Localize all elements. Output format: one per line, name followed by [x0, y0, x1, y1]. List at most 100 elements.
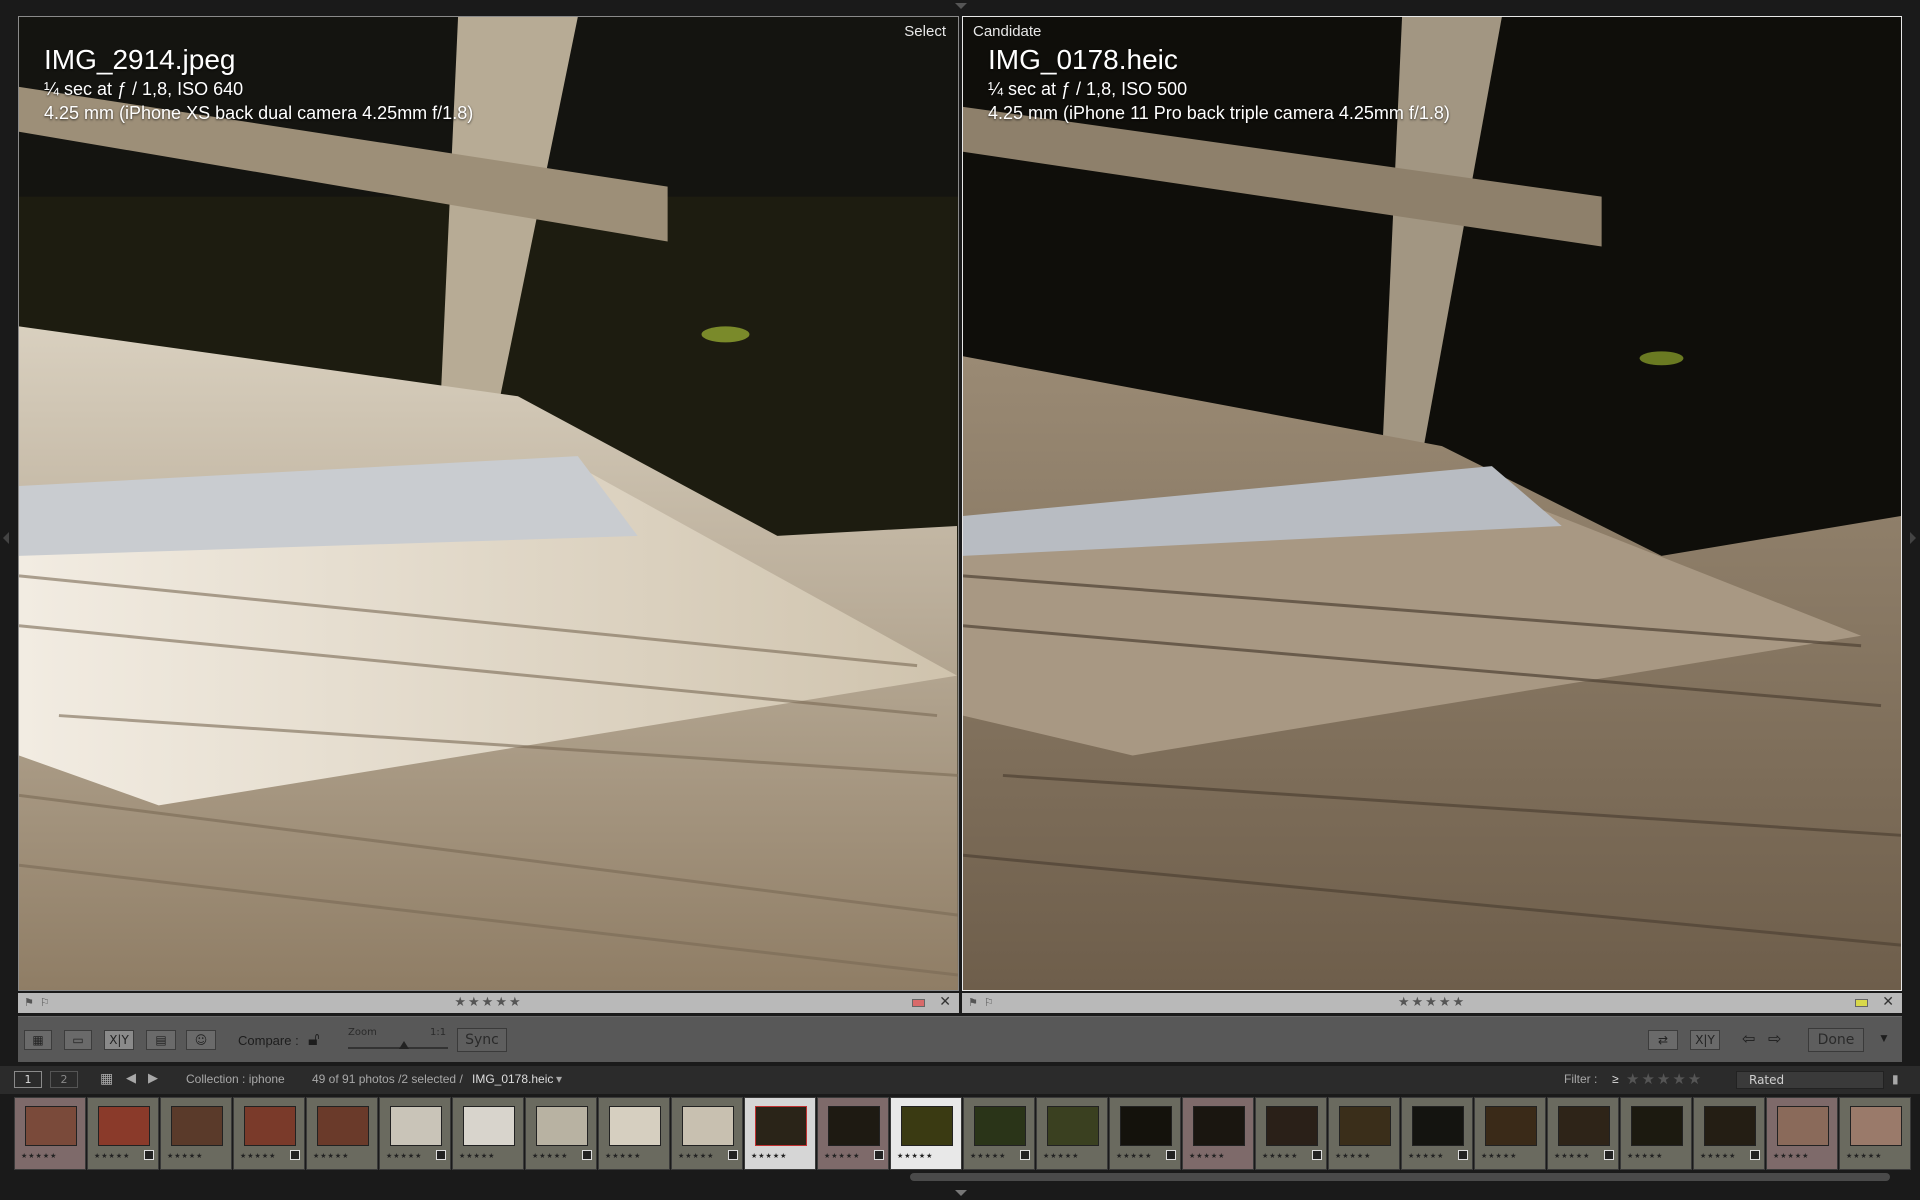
- filmstrip-thumbnail[interactable]: ★★★★★: [87, 1097, 159, 1170]
- candidate-color-label[interactable]: [1855, 999, 1868, 1007]
- filmstrip-thumbnail[interactable]: ★★★★★: [1328, 1097, 1400, 1170]
- filmstrip-thumbnail[interactable]: ★★★★★: [890, 1097, 962, 1170]
- compare-view-icon[interactable]: X|Y: [104, 1030, 134, 1050]
- thumbnail-stars[interactable]: ★★★★★: [1262, 1152, 1298, 1160]
- left-panel-toggle[interactable]: [3, 532, 9, 544]
- forward-arrow-icon[interactable]: ▶: [148, 1070, 158, 1086]
- screen-1-button[interactable]: 1: [14, 1071, 42, 1088]
- thumbnail-stars[interactable]: ★★★★★: [240, 1152, 276, 1160]
- loupe-view-icon[interactable]: ▭: [64, 1030, 92, 1050]
- filmstrip-thumbnail[interactable]: ★★★★★: [452, 1097, 524, 1170]
- thumbnail-stars[interactable]: ★★★★★: [1554, 1152, 1590, 1160]
- thumbnail-stars[interactable]: ★★★★★: [1189, 1152, 1225, 1160]
- candidate-star-rating[interactable]: ★★★★★: [962, 995, 1902, 1010]
- filmstrip-thumbnail[interactable]: ★★★★★: [1620, 1097, 1692, 1170]
- thumbnail-stars[interactable]: ★★★★★: [1773, 1152, 1809, 1160]
- filmstrip-thumbnail[interactable]: ★★★★★: [1036, 1097, 1108, 1170]
- thumbnail-stars[interactable]: ★★★★★: [313, 1152, 349, 1160]
- filmstrip-thumbnail[interactable]: ★★★★★: [1109, 1097, 1181, 1170]
- next-arrow-icon[interactable]: ⇨: [1768, 1029, 1781, 1049]
- thumbnail-stars[interactable]: ★★★★★: [824, 1152, 860, 1160]
- filmstrip-thumbnail[interactable]: ★★★★★: [963, 1097, 1035, 1170]
- filmstrip-thumbnail[interactable]: ★★★★★: [160, 1097, 232, 1170]
- dropdown-icon[interactable]: ▼: [1878, 1031, 1890, 1045]
- filmstrip-thumbnail[interactable]: ★★★★★: [598, 1097, 670, 1170]
- lock-icon[interactable]: 🔓︎: [308, 1029, 320, 1050]
- sync-button[interactable]: Sync: [457, 1028, 507, 1052]
- thumbnail-stars[interactable]: ★★★★★: [1335, 1152, 1371, 1160]
- edit-badge-icon: [728, 1150, 738, 1160]
- zoom-slider-thumb[interactable]: [399, 1041, 409, 1049]
- zoom-slider-track[interactable]: [348, 1047, 448, 1049]
- thumbnail-stars[interactable]: ★★★★★: [1627, 1152, 1663, 1160]
- filter-lock-icon[interactable]: ▮: [1892, 1072, 1899, 1086]
- filmstrip-thumbnail[interactable]: ★★★★★: [525, 1097, 597, 1170]
- select-close-icon[interactable]: ✕: [939, 994, 951, 1010]
- swap-icon[interactable]: ⇄: [1648, 1030, 1678, 1050]
- right-panel-toggle[interactable]: [1910, 532, 1916, 544]
- survey-view-icon[interactable]: ▤: [146, 1030, 176, 1050]
- filter-preset-select[interactable]: Rated: [1736, 1071, 1884, 1089]
- edit-badge-icon: [1458, 1150, 1468, 1160]
- filmstrip-thumbnail[interactable]: ★★★★★: [1693, 1097, 1765, 1170]
- compare-label: Compare :: [238, 1033, 299, 1048]
- thumbnail-stars[interactable]: ★★★★★: [167, 1152, 203, 1160]
- filmstrip-thumbnail[interactable]: ★★★★★: [1766, 1097, 1838, 1170]
- filmstrip-thumbnail[interactable]: ★★★★★: [233, 1097, 305, 1170]
- people-view-icon[interactable]: ☺: [186, 1030, 216, 1050]
- prev-arrow-icon[interactable]: ⇦: [1742, 1029, 1755, 1049]
- thumbnail-stars[interactable]: ★★★★★: [21, 1152, 57, 1160]
- make-select-icon[interactable]: X|Y: [1690, 1030, 1720, 1050]
- thumbnail-stars[interactable]: ★★★★★: [1481, 1152, 1517, 1160]
- filmstrip-thumbnail[interactable]: ★★★★★: [1839, 1097, 1911, 1170]
- done-button[interactable]: Done: [1808, 1028, 1864, 1052]
- filmstrip-thumbnail[interactable]: ★★★★★: [1474, 1097, 1546, 1170]
- top-panel-toggle[interactable]: [955, 3, 967, 9]
- screen-2-button[interactable]: 2: [50, 1071, 78, 1088]
- filmstrip-thumbnail[interactable]: ★★★★★: [1182, 1097, 1254, 1170]
- thumbnail-stars[interactable]: ★★★★★: [1116, 1152, 1152, 1160]
- thumbnail-stars[interactable]: ★★★★★: [970, 1152, 1006, 1160]
- thumbnail-stars[interactable]: ★★★★★: [605, 1152, 641, 1160]
- filmstrip-thumbnail[interactable]: ★★★★★: [817, 1097, 889, 1170]
- filmstrip-thumbnail[interactable]: ★★★★★: [1401, 1097, 1473, 1170]
- filter-label: Filter :: [1564, 1072, 1598, 1086]
- filmstrip-thumbnail[interactable]: ★★★★★: [1255, 1097, 1327, 1170]
- filmstrip-thumbnail[interactable]: ★★★★★: [14, 1097, 86, 1170]
- thumbnail-image: [1850, 1106, 1902, 1146]
- thumbnail-stars[interactable]: ★★★★★: [678, 1152, 714, 1160]
- select-star-rating[interactable]: ★★★★★: [18, 995, 959, 1010]
- candidate-close-icon[interactable]: ✕: [1882, 994, 1894, 1010]
- bottom-panel-toggle[interactable]: [955, 1190, 967, 1196]
- filmstrip-thumbnail[interactable]: ★★★★★: [744, 1097, 816, 1170]
- candidate-pane[interactable]: Candidate IMG_0178.heic ¼ sec at ƒ / 1,8…: [962, 16, 1902, 991]
- thumbnail-stars[interactable]: ★★★★★: [1700, 1152, 1736, 1160]
- thumbnail-stars[interactable]: ★★★★★: [751, 1152, 787, 1160]
- thumbnail-stars[interactable]: ★★★★★: [1043, 1152, 1079, 1160]
- thumbnail-stars[interactable]: ★★★★★: [386, 1152, 422, 1160]
- current-file[interactable]: IMG_0178.heic: [472, 1072, 553, 1086]
- thumbnail-image: [463, 1106, 515, 1146]
- thumbnail-stars[interactable]: ★★★★★: [94, 1152, 130, 1160]
- grid-icon[interactable]: ▦: [100, 1070, 113, 1087]
- collection-source[interactable]: Collection : iphone: [186, 1072, 285, 1086]
- thumbnail-image: [536, 1106, 588, 1146]
- thumbnail-stars[interactable]: ★★★★★: [1846, 1152, 1882, 1160]
- select-pane[interactable]: Select IMG_2914.jpeg ¼ sec at ƒ / 1,8, I…: [18, 16, 959, 991]
- select-color-label[interactable]: [912, 999, 925, 1007]
- grid-view-icon[interactable]: ▦: [24, 1030, 52, 1050]
- filmstrip-scrollbar[interactable]: [910, 1173, 1890, 1181]
- thumbnail-stars[interactable]: ★★★★★: [1408, 1152, 1444, 1160]
- photo-count: 49 of 91 photos /2 selected /: [312, 1072, 463, 1086]
- filmstrip-thumbnail[interactable]: ★★★★★: [671, 1097, 743, 1170]
- filmstrip-thumbnail[interactable]: ★★★★★: [1547, 1097, 1619, 1170]
- back-arrow-icon[interactable]: ◀: [126, 1070, 136, 1086]
- thumbnail-stars[interactable]: ★★★★★: [459, 1152, 495, 1160]
- filter-operator[interactable]: ≥: [1612, 1072, 1619, 1086]
- filmstrip-thumbnail[interactable]: ★★★★★: [379, 1097, 451, 1170]
- thumbnail-stars[interactable]: ★★★★★: [532, 1152, 568, 1160]
- thumbnail-stars[interactable]: ★★★★★: [897, 1152, 933, 1160]
- current-file-dropdown-icon[interactable]: ▾: [556, 1072, 562, 1086]
- filter-stars[interactable]: ★★★★★: [1626, 1070, 1703, 1088]
- filmstrip-thumbnail[interactable]: ★★★★★: [306, 1097, 378, 1170]
